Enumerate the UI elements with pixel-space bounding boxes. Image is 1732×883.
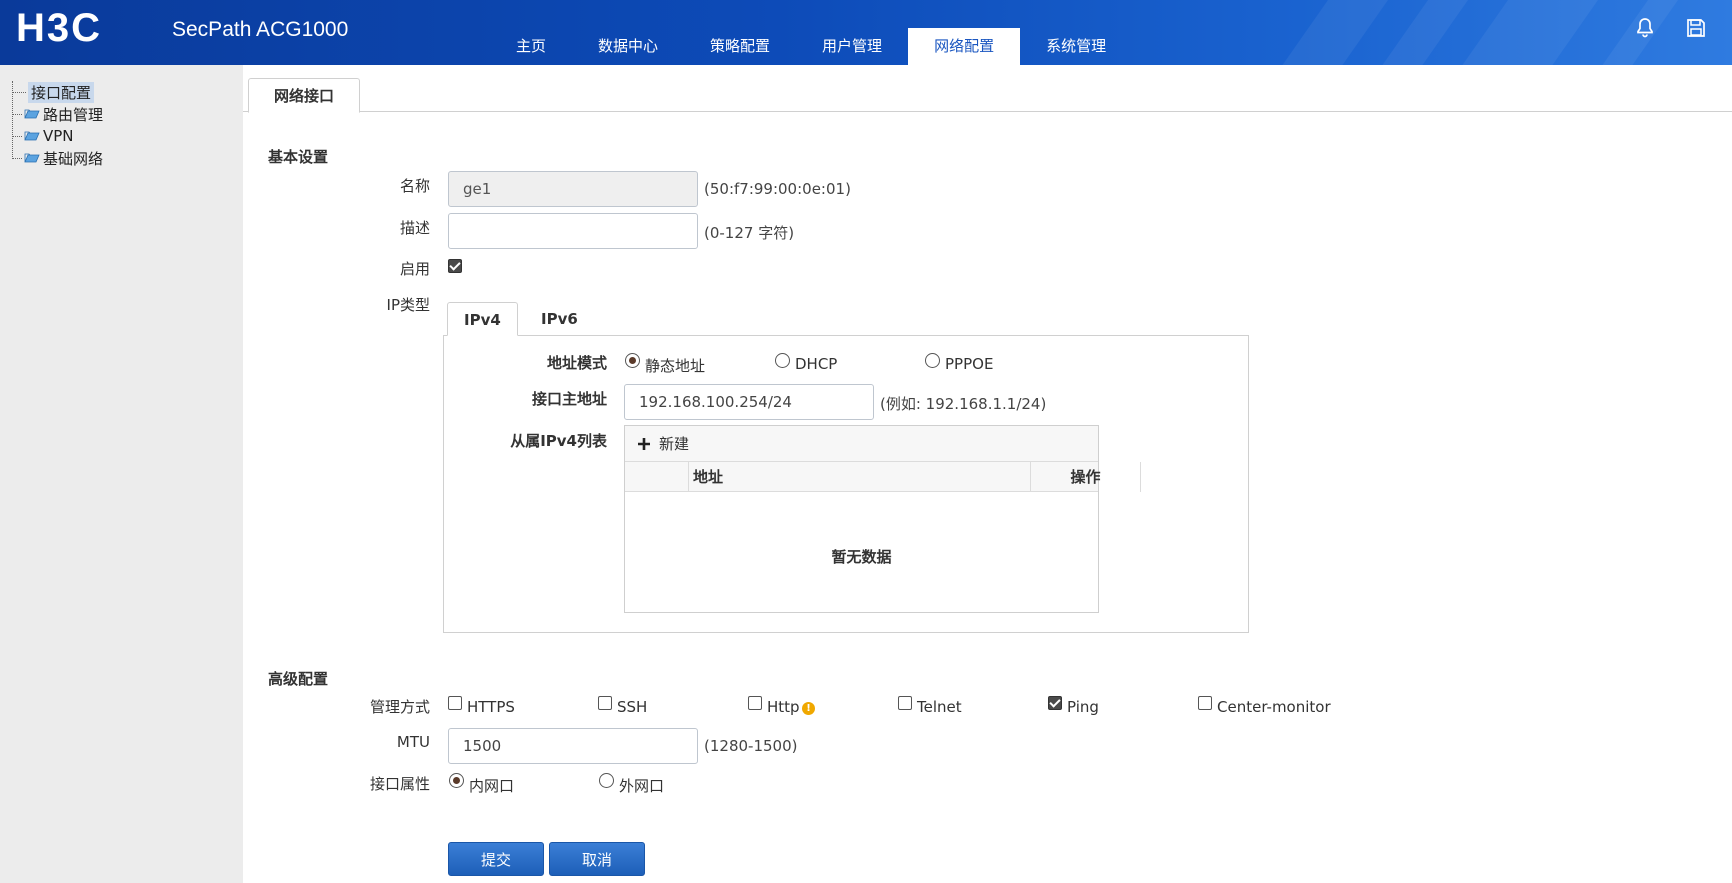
ping-label: Ping [1067,698,1099,716]
radio-pppoe-label: PPPOE [945,355,994,373]
save-icon[interactable] [1684,16,1708,40]
nav-system[interactable]: 系统管理 [1020,28,1132,65]
secondary-ipv4-table: 新建 地址 操作 暂无数据 [624,425,1141,613]
radio-external-port[interactable] [599,773,614,788]
table-header: 地址 操作 [625,462,1141,492]
product-name: SecPath ACG1000 [172,18,349,41]
secondary-ipv4-label: 从属IPv4列表 [510,432,607,450]
col-address: 地址 [689,462,1031,492]
radio-external-port-label: 外网口 [619,777,665,795]
radio-dhcp[interactable] [775,353,790,368]
center-monitor-checkbox[interactable] [1198,696,1212,710]
warning-icon[interactable]: ! [802,702,815,715]
header-decoration [1257,0,1403,65]
nav-data-center[interactable]: 数据中心 [572,28,684,65]
folder-icon [24,109,40,119]
radio-internal-port[interactable] [449,773,464,788]
description-label: 描述 [399,219,430,237]
mtu-field[interactable]: 1500 [448,728,698,764]
sidebar-item-vpn[interactable]: VPN [12,126,74,146]
name-label: 名称 [399,177,430,195]
ip-type-label: IP类型 [386,296,430,314]
main-nav: 主页 数据中心 策略配置 用户管理 网络配置 系统管理 [490,28,1132,65]
top-header: H3C SecPath ACG1000 主页 数据中心 策略配置 用户管理 网络… [0,0,1732,65]
submit-button[interactable]: 提交 [448,842,544,876]
http-checkbox[interactable] [748,696,762,710]
sidebar-item-interface[interactable]: 接口配置 [12,81,95,103]
nav-user-mgmt[interactable]: 用户管理 [796,28,908,65]
col-select [625,462,689,492]
sidebar-item-label: 路由管理 [43,105,104,124]
primary-address-hint: (例如: 192.168.1.1/24) [880,395,1047,413]
sidebar-item-label: 接口配置 [28,81,95,103]
col-action: 操作 [1031,462,1141,492]
header-decoration [1437,0,1613,65]
folder-icon [24,153,40,163]
https-checkbox[interactable] [448,696,462,710]
tab-ipv6[interactable]: IPv6 [525,302,594,336]
radio-static-label: 静态地址 [645,357,706,375]
plus-icon [638,437,650,450]
empty-placeholder: 暂无数据 [831,548,892,566]
basic-settings-title: 基本设置 [268,148,329,166]
radio-static[interactable] [625,353,640,368]
http-label: Http [767,698,800,716]
nav-network[interactable]: 网络配置 [908,28,1021,65]
new-button[interactable]: 新建 [637,433,689,454]
enable-label: 启用 [399,260,430,278]
new-button-label: 新建 [659,435,690,453]
tree-connector [12,113,22,115]
primary-address-label: 接口主地址 [531,390,607,408]
sidebar-item-basic-network[interactable]: 基础网络 [12,148,103,168]
page-tabbar: 网络接口 [243,65,1732,113]
telnet-checkbox[interactable] [898,696,912,710]
management-label: 管理方式 [369,698,430,716]
mac-hint: (50:f7:99:00:0e:01) [704,180,851,198]
sidebar-item-routing[interactable]: 路由管理 [12,104,103,124]
tree-connector [12,91,26,93]
tab-ipv4[interactable]: IPv4 [447,302,518,336]
tree-connector [12,157,22,159]
radio-internal-port-label: 内网口 [469,777,515,795]
center-monitor-label: Center-monitor [1217,698,1331,716]
logo-text: H3C [16,6,103,50]
ssh-checkbox[interactable] [598,696,612,710]
advanced-settings-title: 高级配置 [268,670,329,688]
nav-home[interactable]: 主页 [490,28,572,65]
https-label: HTTPS [467,698,515,716]
bell-icon[interactable] [1633,16,1657,40]
sidebar: 接口配置 路由管理 VPN 基础网络 [0,65,243,883]
nav-policy[interactable]: 策略配置 [684,28,796,65]
mtu-label: MTU [396,733,430,751]
name-field[interactable]: ge1 [448,171,698,207]
h3c-logo: H3C [16,6,103,50]
table-toolbar: 新建 [625,426,1098,462]
telnet-label: Telnet [917,698,962,716]
radio-dhcp-label: DHCP [795,355,838,373]
description-hint: (0-127 字符) [704,224,795,242]
folder-icon [24,131,40,141]
radio-pppoe[interactable] [925,353,940,368]
sidebar-item-label: VPN [43,127,74,145]
interface-attr-label: 接口属性 [369,775,430,793]
tab-network-interface[interactable]: 网络接口 [248,78,361,113]
ping-checkbox[interactable] [1048,696,1062,710]
tree-connector [12,135,22,137]
cancel-button[interactable]: 取消 [549,842,645,876]
address-mode-label: 地址模式 [546,354,607,372]
ssh-label: SSH [617,698,648,716]
mtu-hint: (1280-1500) [704,737,798,755]
enable-checkbox[interactable] [448,259,462,273]
primary-address-field[interactable]: 192.168.100.254/24 [624,384,874,420]
description-field[interactable] [448,213,698,249]
sidebar-item-label: 基础网络 [43,149,104,168]
